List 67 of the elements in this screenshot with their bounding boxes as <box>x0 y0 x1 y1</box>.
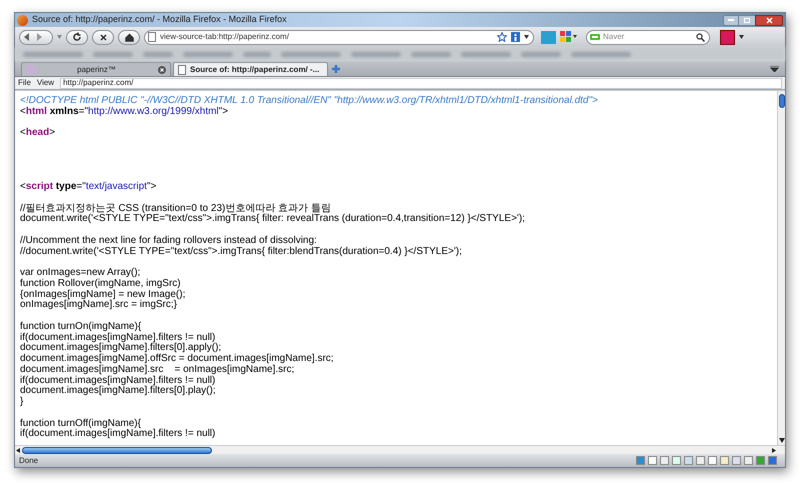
scroll-thumb[interactable] <box>778 94 784 108</box>
source-line: var onImages=new Array(); <box>20 268 142 278</box>
reload-icon <box>72 32 82 42</box>
addon-icon[interactable] <box>720 30 735 44</box>
minimize-button[interactable] <box>723 14 739 26</box>
info-icon[interactable] <box>511 32 520 42</box>
forward-icon <box>34 32 44 42</box>
search-field[interactable]: Naver <box>586 30 710 44</box>
history-caret-icon[interactable] <box>57 35 62 39</box>
reload-button[interactable] <box>66 30 88 44</box>
source-line: {onImages[imgName] = new Image(); <box>20 290 186 300</box>
close-button[interactable] <box>755 14 783 26</box>
source-line: document.images[imgName].offSrc = document.images[imgName].src; <box>20 354 335 364</box>
url-field[interactable]: http://paperinz.com/ <box>60 78 782 88</box>
source-line: <script type="text/javascript"> <box>20 182 158 193</box>
list-tabs-icon[interactable] <box>770 66 779 72</box>
source-line: if(document.images[imgName].filters != null) <box>20 429 216 440</box>
spinner-icon <box>26 65 35 74</box>
back-forward-button[interactable] <box>19 30 53 44</box>
close-icon <box>766 16 772 24</box>
scroll-down-icon[interactable] <box>778 438 784 443</box>
source-line: <!DOCTYPE html PUBLIC "-//W3C//DTD XHTML 1.0 Transitional//EN" "http://www.w3.org/TR/xhtml1/DTD/xhtml1-transitional.dtd"> <box>20 96 599 106</box>
status-text: Done <box>19 454 38 466</box>
page-icon <box>178 64 186 74</box>
source-line: document.write('<STYLE TYPE="text/css">.imgTrans{ filter: revealTrans (duration=0.4,transition=12) }</STYLE>'); <box>20 214 526 225</box>
browser-tab[interactable]: paperinz™ <box>21 62 171 76</box>
caret-icon[interactable] <box>524 35 529 39</box>
source-line: onImages[imgName].src = imgSrc;} <box>20 300 177 311</box>
source-line: //필터효과지정하는곳 CSS (transition=0 to 23)번호에따라 효과가 틀림 <box>20 204 331 214</box>
window-title: Source of: http://paperinz.com/ - Mozilla Firefox - Mozilla Firefox <box>32 13 287 26</box>
browser-tab[interactable]: Source of: http://paperinz.com/ -... <box>173 62 328 76</box>
source-line: } <box>20 397 24 408</box>
search-input[interactable]: Naver <box>603 31 683 43</box>
address-field[interactable]: view-source-tab:http://paperinz.com/ <box>144 30 534 44</box>
maximize-button[interactable] <box>739 14 755 26</box>
page-icon <box>148 32 156 42</box>
star-icon[interactable] <box>497 32 507 42</box>
colored-squares-icon[interactable] <box>560 31 578 43</box>
scroll-right-icon[interactable] <box>772 448 776 452</box>
source-line: <html xmlns="http://www.w3.org/1999/xhtml"> <box>20 106 230 118</box>
stop-icon <box>98 32 108 42</box>
menu-item[interactable]: File <box>18 77 31 89</box>
source-line: function Rollover(imgName, imgSrc) <box>20 278 181 289</box>
menu-item[interactable]: View <box>36 77 54 89</box>
search-engine-icon[interactable] <box>590 34 600 40</box>
back-icon <box>22 32 32 42</box>
home-button[interactable] <box>118 30 140 44</box>
search-icon[interactable] <box>696 32 705 42</box>
source-line: function turnOff(imgName){ <box>20 418 141 429</box>
source-line: document.images[imgName].filters[0].play(); <box>20 386 217 396</box>
source-line: function turnOn(imgName){ <box>20 322 142 332</box>
source-line: //document.write('<STYLE TYPE="text/css">.imgTrans{ filter:blendTrans(duration=0.4) }</STYLE>'); <box>20 246 463 258</box>
vertical-scrollbar[interactable] <box>777 91 785 445</box>
scroll-thumb[interactable] <box>22 446 212 454</box>
source-line: if(document.images[imgName].filters != null) <box>20 376 216 386</box>
source-line: <head> <box>20 128 56 139</box>
stop-button[interactable] <box>92 30 114 44</box>
close-tab-icon[interactable] <box>158 66 166 74</box>
scroll-left-icon[interactable] <box>16 448 20 452</box>
source-line: document.images[imgName].src = onImages[imgName].src; <box>20 364 296 375</box>
source-line: //Uncomment the next line for fading rollovers instead of dissolving: <box>20 236 317 246</box>
caret-icon[interactable] <box>739 35 744 39</box>
browser-logo-icon <box>17 14 28 26</box>
home-icon <box>124 32 134 42</box>
source-line: document.images[imgName].filters[0].apply(); <box>20 343 222 354</box>
source-line: if(document.images[imgName].filters != null) <box>20 332 216 343</box>
horizontal-scrollbar[interactable] <box>15 445 785 454</box>
